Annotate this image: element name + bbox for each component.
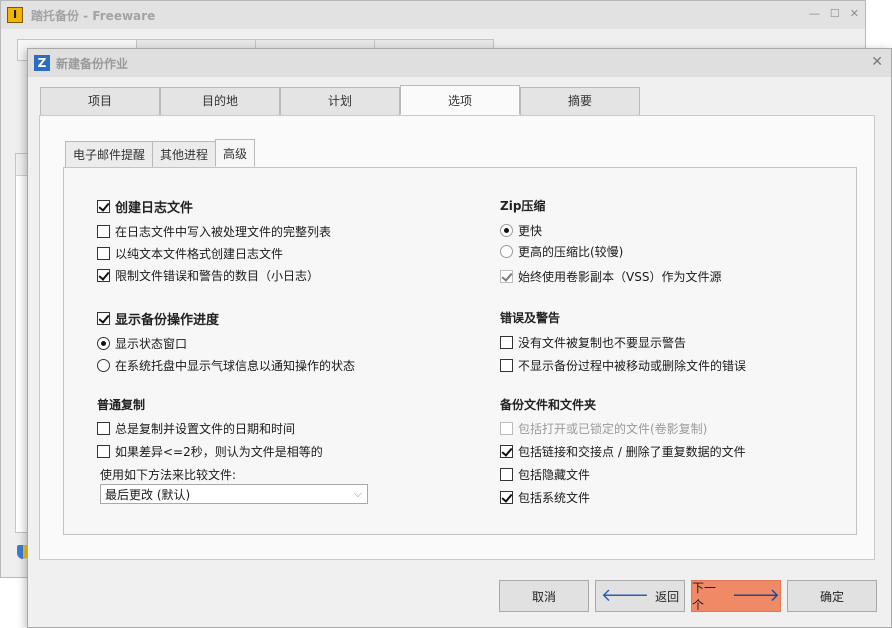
errors-warnings-heading: 错误及警告 — [500, 311, 561, 325]
open-locked-files-checkbox[interactable] — [500, 422, 513, 435]
zip-compression-heading: Zip压缩 — [500, 199, 546, 213]
zip-faster-label: 更快 — [518, 224, 543, 238]
tab-schedule[interactable]: 计划 — [280, 87, 400, 115]
dialog-titlebar: Z 新建备份作业 ✕ — [28, 49, 891, 77]
arrow-right-icon: 🡒 — [731, 585, 780, 606]
zip-faster-radio[interactable] — [500, 224, 513, 237]
tray-balloon-label: 在系统托盘中显示气球信息以通知操作的状态 — [115, 359, 356, 373]
links-junctions-row[interactable]: 包括链接和交接点 / 删除了重复数据的文件 — [500, 443, 746, 460]
log-limit-label: 限制文件错误和警告的数目（小日志） — [115, 269, 320, 283]
log-limit-row[interactable]: 限制文件错误和警告的数目（小日志） — [97, 267, 319, 284]
moved-deleted-errors-checkbox[interactable] — [500, 359, 513, 372]
system-files-checkbox[interactable] — [500, 491, 513, 504]
hidden-files-checkbox[interactable] — [500, 468, 513, 481]
vss-source-label: 始终使用卷影副本（VSS）作为文件源 — [518, 270, 722, 284]
tab-email-notification[interactable]: 电子邮件提醒 — [65, 141, 154, 167]
hidden-files-row[interactable]: 包括隐藏文件 — [500, 466, 590, 483]
background-titlebar: I 踏托备份 - Freeware — [1, 1, 865, 29]
create-log-label: 创建日志文件 — [115, 201, 194, 216]
close-icon[interactable]: ✕ — [850, 7, 859, 20]
two-second-tolerance-checkbox[interactable] — [97, 445, 110, 458]
dialog-title: 新建备份作业 — [56, 56, 129, 71]
tab-other-processes[interactable]: 其他进程 — [152, 141, 217, 167]
status-window-radio[interactable] — [97, 337, 110, 350]
next-button[interactable]: 下一个 🡒 — [691, 580, 781, 612]
app-logo-icon: Z — [34, 55, 50, 71]
open-locked-files-label: 包括打开或已锁定的文件(卷影复制) — [518, 422, 708, 436]
compare-method-select[interactable]: 最后更改 (默认) ⌵ — [100, 484, 368, 504]
background-window-title: 踏托备份 - Freeware — [31, 8, 156, 23]
two-second-tolerance-label: 如果差异<=2秒，则认为文件是相等的 — [115, 445, 323, 459]
zip-higher-ratio-label: 更高的压缩比(较慢) — [518, 245, 624, 259]
background-window-controls: — ☐ ✕ — [809, 7, 859, 20]
status-window-label: 显示状态窗口 — [115, 337, 188, 351]
maximize-icon[interactable]: ☐ — [830, 7, 840, 20]
log-limit-checkbox[interactable] — [97, 269, 110, 282]
create-log-checkbox[interactable] — [97, 200, 110, 213]
copy-datetime-checkbox[interactable] — [97, 422, 110, 435]
tray-balloon-row[interactable]: 在系统托盘中显示气球信息以通知操作的状态 — [97, 357, 355, 374]
vss-source-checkbox[interactable] — [500, 270, 513, 283]
hidden-files-label: 包括隐藏文件 — [518, 468, 591, 482]
no-files-warning-row[interactable]: 没有文件被复制也不要显示警告 — [500, 334, 686, 351]
arrow-left-icon: 🡐 — [600, 585, 650, 606]
zip-faster-row[interactable]: 更快 — [500, 222, 542, 239]
back-button[interactable]: 🡐 返回 — [595, 580, 685, 612]
compare-method-label-row: 使用如下方法来比较文件: — [100, 466, 236, 483]
zip-higher-ratio-row[interactable]: 更高的压缩比(较慢) — [500, 243, 623, 260]
log-full-list-label: 在日志文件中写入被处理文件的完整列表 — [115, 225, 332, 239]
no-files-warning-label: 没有文件被复制也不要显示警告 — [518, 336, 687, 350]
next-button-label: 下一个 — [692, 581, 717, 612]
new-backup-job-dialog: Z 新建备份作业 ✕ 项目 目的地 计划 选项 摘要 电子邮件提醒 其他进程 高… — [27, 48, 892, 628]
tray-balloon-radio[interactable] — [97, 359, 110, 372]
tab-summary[interactable]: 摘要 — [520, 87, 640, 115]
app-icon: I — [7, 7, 23, 23]
main-tab-bar: 项目 目的地 计划 选项 摘要 — [40, 85, 640, 115]
log-plain-text-label: 以纯文本文件格式创建日志文件 — [115, 247, 284, 261]
log-plain-text-row[interactable]: 以纯文本文件格式创建日志文件 — [97, 245, 283, 262]
cancel-button-label: 取消 — [531, 589, 556, 604]
minimize-icon[interactable]: — — [809, 7, 820, 20]
vss-source-row[interactable]: 始终使用卷影副本（VSS）作为文件源 — [500, 268, 721, 285]
tab-items[interactable]: 项目 — [40, 87, 160, 115]
backup-files-heading: 备份文件和文件夹 — [500, 398, 597, 412]
show-progress-checkbox[interactable] — [97, 312, 110, 325]
close-icon[interactable]: ✕ — [871, 54, 883, 70]
ok-button-label: 确定 — [819, 589, 844, 604]
tab-destination[interactable]: 目的地 — [160, 87, 280, 115]
links-junctions-checkbox[interactable] — [500, 445, 513, 458]
system-files-row[interactable]: 包括系统文件 — [500, 489, 590, 506]
log-full-list-checkbox[interactable] — [97, 225, 110, 238]
copy-datetime-row[interactable]: 总是复制并设置文件的日期和时间 — [97, 420, 295, 437]
compare-method-value: 最后更改 (默认) — [105, 487, 191, 502]
moved-deleted-errors-label: 不显示备份过程中被移动或删除文件的错误 — [518, 359, 747, 373]
system-files-label: 包括系统文件 — [518, 491, 591, 505]
moved-deleted-errors-row[interactable]: 不显示备份过程中被移动或删除文件的错误 — [500, 357, 746, 374]
compare-method-label: 使用如下方法来比较文件: — [100, 468, 237, 482]
tab-advanced[interactable]: 高级 — [215, 139, 256, 167]
normal-copy-heading: 普通复制 — [97, 398, 146, 412]
show-progress-label: 显示备份操作进度 — [115, 313, 220, 328]
two-second-tolerance-row[interactable]: 如果差异<=2秒，则认为文件是相等的 — [97, 443, 323, 460]
open-locked-files-row[interactable]: 包括打开或已锁定的文件(卷影复制) — [500, 420, 707, 437]
log-plain-text-checkbox[interactable] — [97, 247, 110, 260]
links-junctions-label: 包括链接和交接点 / 删除了重复数据的文件 — [518, 445, 746, 459]
create-log-row[interactable]: 创建日志文件 — [97, 197, 193, 216]
ok-button[interactable]: 确定 — [787, 580, 877, 612]
copy-datetime-label: 总是复制并设置文件的日期和时间 — [115, 422, 296, 436]
no-files-warning-checkbox[interactable] — [500, 336, 513, 349]
sub-tab-bar: 电子邮件提醒 其他进程 高级 — [65, 139, 256, 167]
zip-higher-ratio-radio[interactable] — [500, 245, 513, 258]
log-full-list-row[interactable]: 在日志文件中写入被处理文件的完整列表 — [97, 223, 331, 240]
cancel-button[interactable]: 取消 — [499, 580, 589, 612]
chevron-down-icon: ⌵ — [353, 487, 362, 500]
show-progress-row[interactable]: 显示备份操作进度 — [97, 309, 219, 328]
tab-options[interactable]: 选项 — [400, 85, 520, 115]
back-button-label: 返回 — [655, 589, 680, 604]
status-window-row[interactable]: 显示状态窗口 — [97, 335, 187, 352]
